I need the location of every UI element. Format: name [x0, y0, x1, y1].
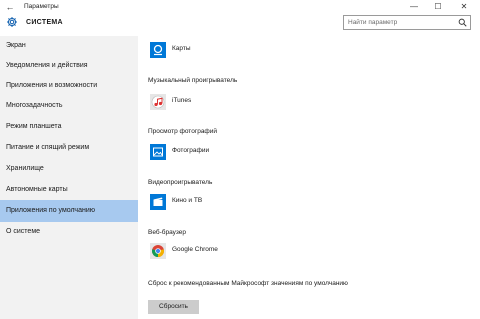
title-bar: ← Параметры — ☐ ✕	[0, 0, 480, 14]
browser-category-label: Веб-браузер	[148, 229, 187, 236]
sidebar-item-about[interactable]: О системе	[0, 222, 138, 242]
sidebar-item-apps-features[interactable]: Приложения и возможности	[0, 76, 138, 96]
sidebar-item-multitasking[interactable]: Многозадачность	[0, 96, 138, 116]
close-button[interactable]: ✕	[454, 0, 474, 14]
gear-icon	[7, 17, 17, 27]
sidebar-item-offline-maps[interactable]: Автономные карты	[0, 180, 138, 200]
sidebar: Экран Уведомления и действия Приложения …	[0, 36, 138, 319]
back-arrow-icon[interactable]: ←	[4, 1, 16, 13]
sidebar-item-default-apps[interactable]: Приложения по умолчанию	[0, 200, 138, 222]
maximize-button[interactable]: ☐	[428, 0, 448, 14]
video-category-label: Видеопроигрыватель	[148, 179, 213, 186]
reset-description: Сброс к рекомендованным Майкрософт значе…	[148, 280, 348, 287]
chrome-icon	[150, 243, 166, 259]
page-title: СИСТЕМА	[26, 19, 63, 26]
search-input[interactable]: Найти параметр	[343, 15, 471, 30]
sidebar-item-notifications[interactable]: Уведомления и действия	[0, 56, 138, 76]
music-category-label: Музыкальный проигрыватель	[148, 77, 238, 84]
video-app-name: Кино и ТВ	[172, 197, 203, 204]
reset-button[interactable]: Сбросить	[148, 300, 199, 314]
sidebar-item-power-sleep[interactable]: Питание и спящий режим	[0, 138, 138, 158]
photos-icon	[150, 144, 166, 160]
sidebar-item-tablet-mode[interactable]: Режим планшета	[0, 117, 138, 137]
photos-category-label: Просмотр фотографий	[148, 128, 218, 135]
maps-icon	[150, 42, 166, 58]
minimize-button[interactable]: —	[404, 0, 424, 14]
sidebar-item-screen[interactable]: Экран	[0, 36, 138, 56]
window-title: Параметры	[24, 3, 59, 10]
itunes-icon	[150, 94, 166, 110]
maps-app-name: Карты	[172, 45, 191, 52]
search-placeholder: Найти параметр	[348, 19, 398, 26]
sidebar-item-storage[interactable]: Хранилище	[0, 159, 138, 179]
main-content: Карты Музыкальный проигрыватель iTunes П…	[138, 36, 480, 319]
movies-tv-icon	[150, 194, 166, 210]
photos-app-name: Фотографии	[172, 147, 210, 154]
browser-app-name: Google Chrome	[172, 246, 218, 253]
search-icon[interactable]	[458, 18, 467, 27]
music-app-name: iTunes	[172, 97, 192, 104]
